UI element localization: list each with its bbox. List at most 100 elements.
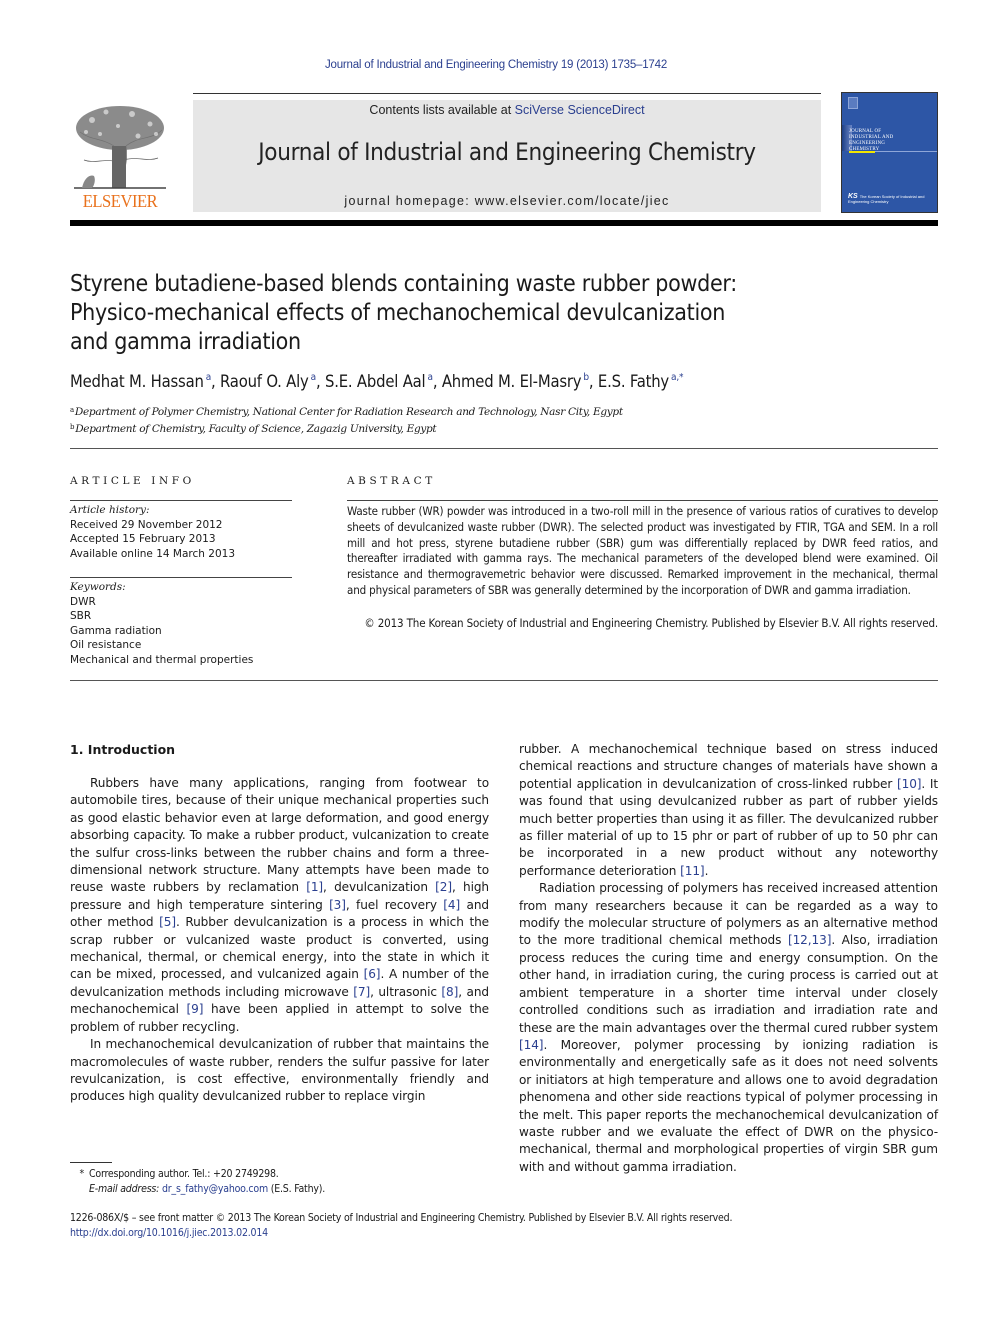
affiliation-link[interactable]: a,*	[671, 372, 683, 383]
citation-link[interactable]: [9]	[187, 1002, 204, 1016]
sciencedirect-link[interactable]: SciVerse ScienceDirect	[515, 103, 645, 117]
footnote-rule	[70, 1162, 112, 1163]
history-item: Received 29 November 2012	[70, 518, 223, 531]
citation-link[interactable]: [4]	[443, 898, 460, 912]
text-run: . Also, irradiation process reduces the …	[519, 933, 938, 1035]
journal-cover-thumbnail[interactable]: JOURNAL OF INDUSTRIAL AND ENGINEERING CH…	[841, 92, 938, 213]
citation-link[interactable]: [11]	[680, 864, 705, 878]
title-line: and gamma irradiation	[70, 329, 301, 355]
title-line: Styrene butadiene-based blends containin…	[70, 271, 737, 297]
history-label: Article history:	[70, 504, 150, 516]
text-run: In mechanochemical devulcanization of ru…	[70, 1037, 489, 1104]
footnote-marker: *	[79, 1168, 84, 1180]
affiliation-link[interactable]: a	[206, 372, 212, 383]
email-label: E-mail address:	[89, 1182, 160, 1195]
journal-citation[interactable]: Journal of Industrial and Engineering Ch…	[0, 59, 992, 71]
journal-homepage[interactable]: journal homepage: www.elsevier.com/locat…	[193, 194, 821, 208]
front-matter: 1226-086X/$ – see front matter © 2013 Th…	[70, 1211, 938, 1241]
cover-society: KS The Korean Society of Industrial and E…	[848, 193, 937, 204]
cover-title: JOURNAL OF INDUSTRIAL AND ENGINEERING CH…	[849, 129, 893, 153]
issn-line: 1226-086X/$ – see front matter © 2013 Th…	[70, 1212, 733, 1224]
section-heading: 1. Introduction	[70, 742, 176, 757]
corresponding-text: Corresponding author. Tel.: +20 2749298.	[89, 1168, 279, 1180]
elsevier-logo[interactable]: ELSEVIER	[70, 100, 170, 212]
affiliation-key: a	[70, 406, 74, 414]
affiliation-link[interactable]: a	[311, 372, 317, 383]
article-info-rule	[70, 500, 292, 501]
citation-link[interactable]: [3]	[329, 898, 346, 912]
author: E.S. Fathy	[597, 372, 669, 391]
text-run: Rubbers have many applications, ranging …	[70, 776, 489, 895]
citation-link[interactable]: [5]	[159, 915, 176, 929]
abstract-copyright: © 2013 The Korean Society of Industrial …	[364, 616, 938, 630]
email-suffix: (E.S. Fathy).	[267, 1182, 326, 1195]
text-run: rubber. A mechanochemical technique base…	[519, 742, 938, 791]
citation-link[interactable]: [10]	[897, 777, 922, 791]
cover-rule	[875, 151, 937, 152]
affiliation: bDepartment of Chemistry, Faculty of Sci…	[70, 420, 930, 437]
text-run: , fuel recovery	[345, 897, 444, 912]
keywords-rule	[70, 577, 292, 578]
doi-link[interactable]: http://dx.doi.org/10.1016/j.jiec.2013.02…	[70, 1226, 938, 1241]
email-link[interactable]: dr_s_fathy@yahoo.com	[162, 1183, 268, 1195]
text-run: , devulcanization	[323, 880, 436, 895]
affiliation: aDepartment of Polymer Chemistry, Nation…	[70, 403, 930, 420]
article-title: Styrene butadiene-based blends containin…	[70, 270, 830, 357]
affiliation-text: Department of Polymer Chemistry, Nationa…	[74, 406, 623, 418]
citation-link[interactable]: [2]	[435, 880, 452, 894]
keyword: Oil resistance	[70, 639, 142, 651]
citation-link[interactable]: [6]	[364, 967, 381, 981]
cover-logo-icon	[848, 97, 858, 109]
keyword: Mechanical and thermal properties	[70, 653, 254, 666]
abstract-bottom-rule	[70, 680, 938, 681]
corresponding-author-footnote: * Corresponding author. Tel.: +20 2749298…	[70, 1167, 490, 1197]
elsevier-tree-icon	[74, 106, 166, 189]
masthead-divider	[70, 220, 938, 226]
citation-link[interactable]: [7]	[353, 985, 370, 999]
cover-accent-line	[849, 151, 875, 153]
body-column-left: Rubbers have many applications, ranging …	[70, 775, 489, 1106]
citation-link[interactable]: [1]	[306, 880, 323, 894]
history-item: Available online 14 March 2013	[70, 547, 235, 560]
keyword: Gamma radiation	[70, 624, 162, 637]
citation-link[interactable]: [8]	[441, 985, 458, 999]
paragraph: rubber. A mechanochemical technique base…	[519, 741, 938, 880]
paragraph: Radiation processing of polymers has rec…	[519, 880, 938, 1176]
contents-prefix: Contents lists available at	[369, 103, 515, 117]
keywords: Keywords: DWR SBR Gamma radiation Oil re…	[70, 580, 292, 667]
abstract-body: Waste rubber (WR) powder was introduced …	[347, 504, 938, 597]
article-history: Article history: Received 29 November 20…	[70, 503, 292, 561]
affiliation-key: b	[70, 423, 75, 431]
author: S.E. Abdel Aal	[324, 372, 426, 391]
history-item: Accepted 15 February 2013	[70, 533, 216, 545]
text-run: . It was found that using devulcanized r…	[519, 776, 938, 878]
citation-link[interactable]: [14]	[519, 1038, 544, 1052]
text-run: , ultrasonic	[370, 984, 442, 999]
journal-masthead: Contents lists available at SciVerse Sci…	[193, 100, 821, 212]
article-info-heading: ARTICLE INFO	[70, 475, 195, 487]
journal-title: Journal of Industrial and Engineering Ch…	[258, 138, 756, 166]
abstract-rule	[347, 500, 938, 501]
header-rule	[193, 93, 821, 94]
affiliation-link[interactable]: a	[427, 372, 433, 383]
affiliation-link[interactable]: b	[583, 372, 589, 383]
author-list: Medhat M. Hassan a, Raouf O. Aly a, S.E. A…	[70, 372, 684, 391]
paragraph: In mechanochemical devulcanization of ru…	[70, 1036, 489, 1106]
paragraph: Rubbers have many applications, ranging …	[70, 775, 489, 1036]
text-run: .	[704, 863, 709, 878]
cover-society-text: The Korean Society of Industrial and Eng…	[848, 194, 925, 204]
contents-line: Contents lists available at SciVerse Sci…	[193, 103, 821, 117]
affiliation-text: Department of Chemistry, Faculty of Scie…	[75, 423, 437, 435]
elsevier-wordmark: ELSEVIER	[82, 191, 158, 211]
keywords-label: Keywords:	[70, 581, 126, 593]
keyword: DWR	[70, 595, 96, 608]
author: Raouf O. Aly	[220, 372, 309, 391]
affiliations: aDepartment of Polymer Chemistry, Nation…	[70, 403, 930, 437]
author: Ahmed M. El-Masry	[441, 372, 582, 391]
keyword: SBR	[70, 610, 92, 622]
text-run: . Moreover, polymer processing by ionizi…	[519, 1037, 938, 1174]
abstract-heading: ABSTRACT	[347, 475, 436, 487]
author: Medhat M. Hassan	[70, 372, 204, 391]
title-line: Physico-mechanical effects of mechanoche…	[70, 300, 726, 326]
citation-link[interactable]: [12,13]	[788, 933, 831, 947]
